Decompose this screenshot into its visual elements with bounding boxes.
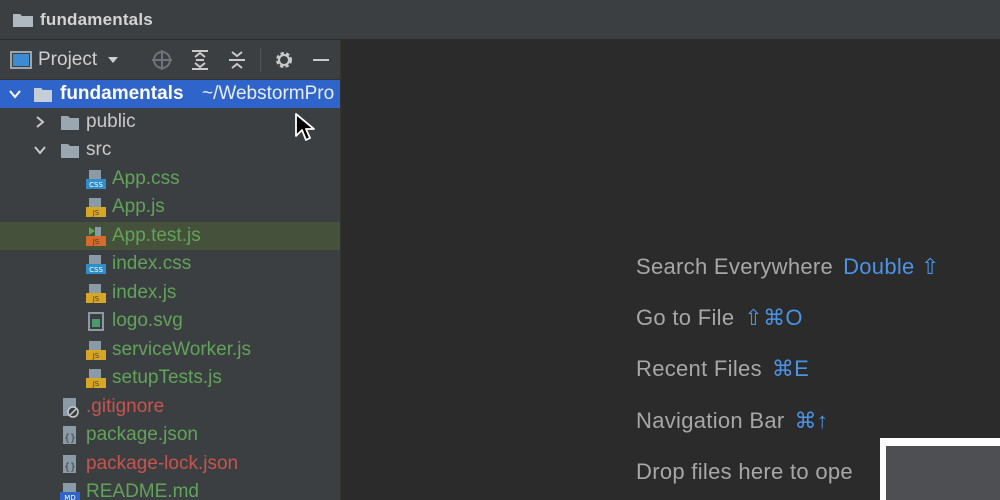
tree-node-root[interactable]: fundamentals ~/WebstormPro — [0, 80, 340, 108]
root-folder-name: fundamentals — [60, 83, 184, 104]
file-name: package-lock.json — [86, 453, 239, 474]
svg-text:JS: JS — [92, 209, 100, 217]
tree-file-row[interactable]: JS setupTests.js — [0, 364, 340, 392]
tree-file-row[interactable]: CSS index.css — [0, 250, 340, 278]
shortcut-key: Double ⇧ — [843, 254, 940, 279]
tree-file-row[interactable]: JS serviceWorker.js — [0, 336, 340, 364]
chevron-right-icon[interactable] — [33, 115, 47, 129]
file-name: README.md — [86, 481, 199, 500]
image-file-icon — [88, 312, 104, 331]
svg-text:{}: {} — [64, 433, 76, 444]
minimize-icon — [313, 59, 329, 61]
project-panel-header: Project — [0, 40, 340, 80]
hint-go-to-file: Go to File ⇧⌘O — [636, 305, 803, 331]
collapse-all-icon — [229, 51, 245, 69]
ignore-file-icon — [63, 398, 79, 418]
file-name: setupTests.js — [112, 367, 222, 388]
css-file-icon: CSS — [86, 170, 106, 189]
tree-file-row[interactable]: JS App.js — [0, 193, 340, 221]
css-file-icon: CSS — [86, 255, 106, 274]
js-file-icon: JS — [86, 284, 106, 303]
tree-file-row[interactable]: JS index.js — [0, 279, 340, 307]
expand-all-icon — [192, 50, 208, 70]
chevron-down-icon[interactable] — [8, 87, 22, 101]
file-name: App.css — [112, 168, 180, 189]
folder-name: src — [86, 139, 112, 160]
hint-label: Search Everywhere — [636, 254, 834, 279]
thumbnail-overlay — [880, 438, 1000, 500]
js-file-icon: JS — [86, 198, 106, 217]
tree-file-row[interactable]: {} package-lock.json — [0, 450, 340, 478]
folder-icon — [61, 116, 79, 130]
gear-icon — [276, 52, 292, 68]
file-name: logo.svg — [112, 310, 183, 331]
svg-text:{}: {} — [64, 462, 76, 473]
toolbar-separator — [260, 48, 261, 72]
hint-label: Recent Files — [636, 356, 762, 381]
file-name: package.json — [86, 424, 198, 445]
file-name: App.test.js — [112, 225, 201, 246]
chevron-down-icon[interactable] — [107, 55, 119, 65]
navigation-bar: fundamentals — [0, 0, 1000, 40]
hide-panel-button[interactable] — [309, 48, 333, 72]
json-file-icon: {} — [63, 455, 76, 473]
hint-search-everywhere: Search Everywhere Double ⇧ — [636, 254, 940, 280]
editor-empty-area[interactable]: Search Everywhere Double ⇧ Go to File ⇧⌘O … — [342, 40, 1000, 500]
file-name: serviceWorker.js — [112, 339, 252, 360]
js-file-icon: JS — [86, 369, 106, 388]
js-test-file-icon: JS — [86, 227, 106, 246]
mouse-cursor-icon — [295, 113, 315, 141]
js-file-icon: JS — [86, 341, 106, 360]
hint-recent-files: Recent Files ⌘E — [636, 356, 809, 382]
chevron-down-icon[interactable] — [33, 143, 47, 157]
tree-file-row[interactable]: .gitignore — [0, 393, 340, 421]
tree-file-row[interactable]: CSS App.css — [0, 165, 340, 193]
locate-file-button[interactable] — [150, 48, 174, 72]
shortcut-key: ⌘↑ — [794, 408, 829, 433]
hint-navigation-bar: Navigation Bar ⌘↑ — [636, 408, 828, 434]
thumbnail-content — [886, 446, 1000, 500]
folder-icon — [13, 13, 33, 27]
svg-text:JS: JS — [92, 295, 100, 303]
svg-text:CSS: CSS — [89, 266, 103, 274]
shortcut-key: ⌘E — [771, 356, 810, 381]
hint-drop-files: Drop files here to ope — [636, 459, 853, 485]
hint-label: Go to File — [636, 305, 735, 330]
expand-all-button[interactable] — [188, 48, 212, 72]
svg-text:JS: JS — [92, 352, 100, 360]
project-panel: Project fundamentals ~/WebstormPro publi… — [0, 40, 341, 500]
file-name: index.js — [112, 282, 177, 303]
svg-text:JS: JS — [92, 380, 100, 388]
json-file-icon: {} — [63, 426, 76, 444]
tree-file-row[interactable]: {} package.json — [0, 421, 340, 449]
crosshair-icon — [152, 50, 172, 70]
tree-file-row[interactable]: JS App.test.js — [0, 222, 340, 250]
tree-file-row[interactable]: MD README.md — [0, 478, 340, 500]
tree-node-src[interactable]: src — [0, 136, 340, 164]
hint-label: Drop files here to ope — [636, 459, 853, 484]
svg-text:CSS: CSS — [89, 181, 103, 189]
tree-file-row[interactable]: logo.svg — [0, 307, 340, 335]
project-view-icon — [10, 50, 32, 69]
root-folder-path: ~/WebstormPro — [202, 83, 335, 104]
hint-label: Navigation Bar — [636, 408, 785, 433]
markdown-file-icon: MD — [60, 483, 80, 500]
tree-node-public[interactable]: public — [0, 108, 340, 136]
collapse-all-button[interactable] — [225, 48, 249, 72]
folder-icon — [61, 144, 79, 158]
file-name: App.js — [112, 196, 165, 217]
shortcut-key: ⇧⌘O — [744, 305, 803, 330]
settings-button[interactable] — [272, 48, 296, 72]
svg-text:JS: JS — [92, 238, 100, 246]
file-name: index.css — [112, 253, 192, 274]
window-title[interactable]: fundamentals — [40, 10, 153, 30]
file-name: .gitignore — [86, 396, 165, 417]
folder-name: public — [86, 111, 136, 132]
project-view-selector[interactable]: Project — [38, 49, 97, 71]
folder-icon — [34, 88, 52, 102]
svg-text:MD: MD — [64, 494, 75, 500]
